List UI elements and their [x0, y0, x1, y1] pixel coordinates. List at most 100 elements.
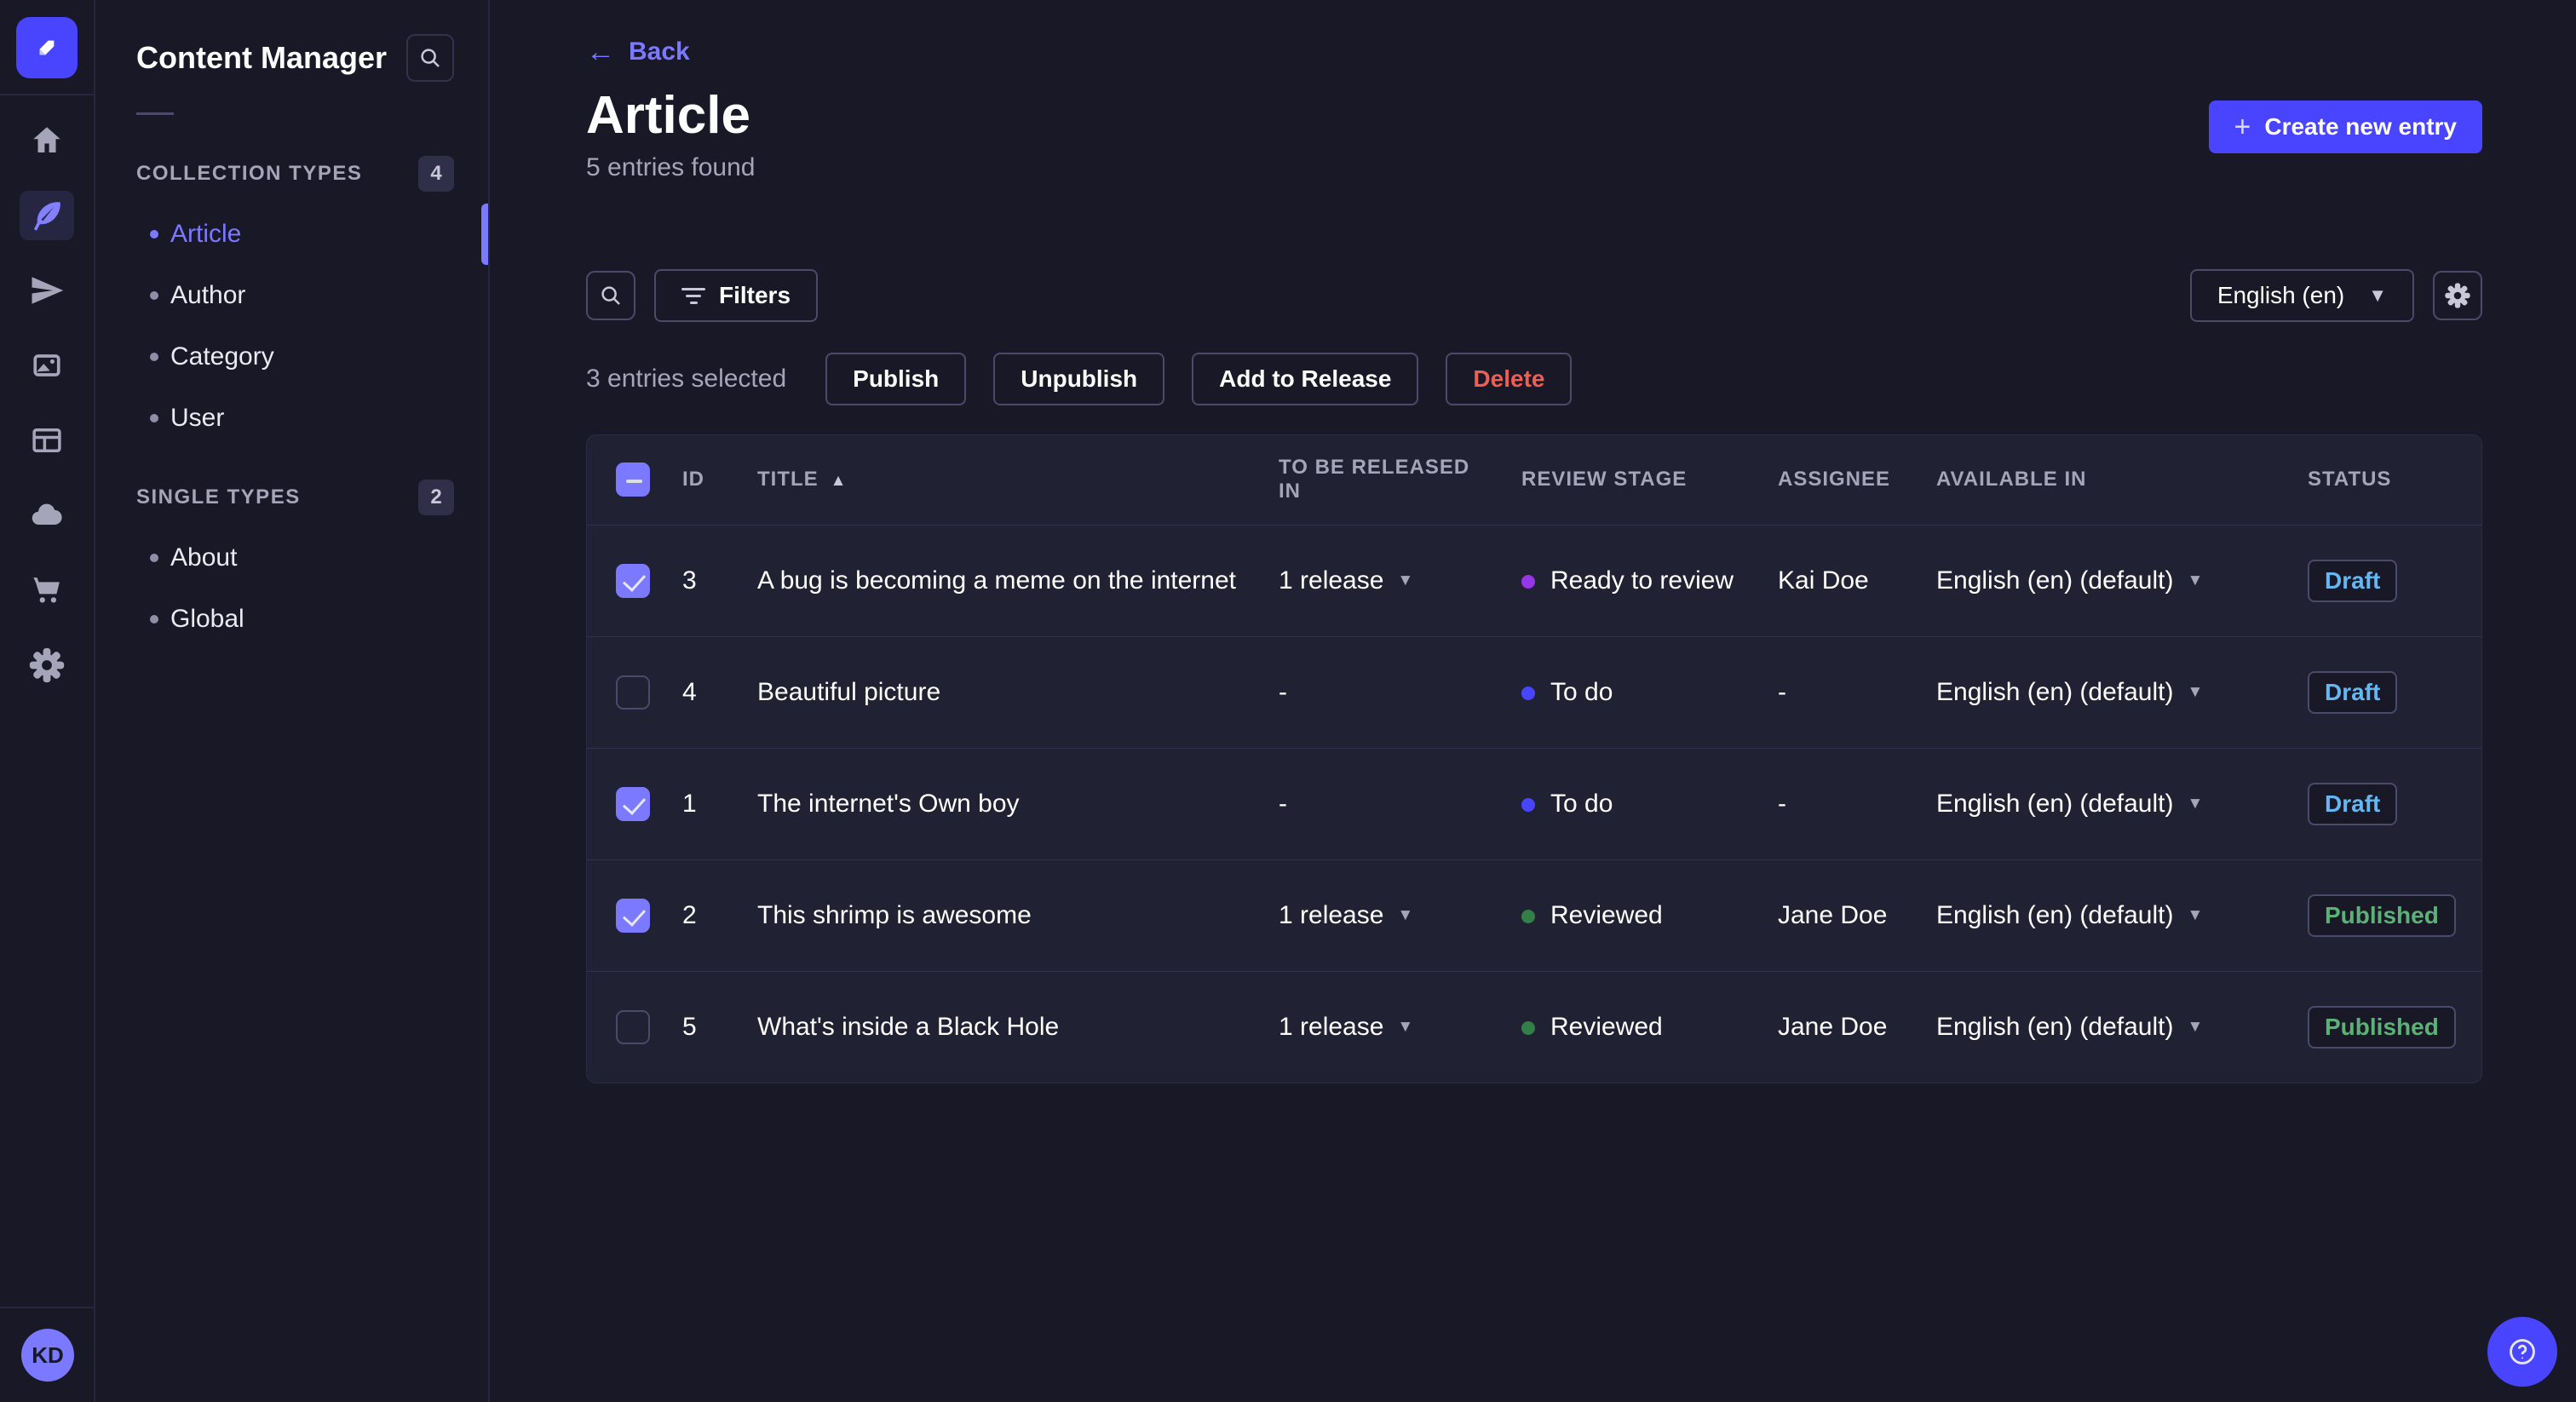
single-types-label: SINGLE TYPES — [136, 486, 301, 509]
table-row[interactable]: 2 This shrimp is awesome 1 release ▼ Revi… — [587, 859, 2481, 971]
cell-available-in[interactable]: English (en) (default) ▼ — [1936, 1013, 2279, 1042]
row-checkbox[interactable] — [616, 898, 650, 933]
select-all-checkbox[interactable] — [616, 463, 650, 497]
cell-available-in[interactable]: English (en) (default) ▼ — [1936, 678, 2279, 707]
sidebar-item-label: Global — [170, 605, 244, 633]
cloud-icon[interactable] — [20, 491, 74, 540]
user-avatar[interactable]: KD — [21, 1329, 74, 1382]
stage-dot-icon — [1521, 686, 1535, 700]
cell-released-in[interactable]: -▼ — [1279, 678, 1492, 707]
cell-assignee: - — [1778, 677, 1786, 706]
sidebar-item-label: Author — [170, 281, 246, 309]
column-header-id[interactable]: ID — [653, 435, 728, 525]
nav-rail: KD — [0, 0, 95, 1402]
layout-builder-icon[interactable] — [20, 416, 74, 465]
column-header-available-in: AVAILABLE IN — [1936, 468, 2087, 491]
status-badge: Published — [2308, 1005, 2456, 1049]
chevron-down-icon: ▼ — [2187, 1017, 2204, 1036]
locale-select[interactable]: English (en) ▼ — [2189, 269, 2414, 323]
locale-selected-value: English (en) — [2217, 282, 2345, 309]
create-new-entry-button[interactable]: + Create new entry — [2208, 101, 2482, 153]
status-badge: Published — [2308, 893, 2456, 937]
chevron-down-icon: ▼ — [2368, 284, 2387, 307]
create-new-entry-label: Create new entry — [2264, 113, 2457, 140]
add-to-release-button[interactable]: Add to Release — [1192, 353, 1419, 406]
gear-icon — [2445, 283, 2470, 308]
collection-types-section: COLLECTION TYPES 4 Article Author Catego… — [95, 156, 488, 449]
page-title: Article — [586, 86, 750, 145]
cell-released-in[interactable]: -▼ — [1279, 790, 1492, 819]
sidebar-item-label: Article — [170, 220, 242, 248]
delete-button[interactable]: Delete — [1446, 353, 1573, 406]
feather-content-icon[interactable] — [20, 191, 74, 240]
column-header-title-label: TITLE — [757, 468, 819, 491]
bullet-icon — [150, 414, 158, 422]
app-root: KD Content Manager COLLECTION TYPES 4 Ar… — [0, 0, 2576, 1402]
stage-dot-icon — [1521, 909, 1535, 923]
sidebar-item-author[interactable]: Author — [95, 265, 488, 326]
publish-button[interactable]: Publish — [825, 353, 967, 406]
cell-review-stage: To do — [1492, 636, 1749, 748]
cell-title: Beautiful picture — [757, 677, 941, 706]
unpublish-button[interactable]: Unpublish — [993, 353, 1165, 406]
cell-id: 3 — [682, 566, 697, 595]
row-checkbox[interactable] — [616, 1009, 650, 1044]
chevron-down-icon: ▼ — [2187, 794, 2204, 813]
gear-icon[interactable] — [20, 641, 74, 690]
bullet-icon — [150, 554, 158, 562]
bullet-icon — [150, 615, 158, 623]
entries-count-text: 5 entries found — [586, 153, 756, 182]
cell-available-in[interactable]: English (en) (default) ▼ — [1936, 790, 2279, 819]
cell-released-in[interactable]: 1 release ▼ — [1279, 901, 1492, 930]
sidebar-divider — [136, 112, 174, 115]
cell-assignee: Jane Doe — [1778, 1012, 1888, 1041]
row-checkbox[interactable] — [616, 675, 650, 710]
table-row[interactable]: 1 The internet's Own boy -▼ To do - Engl… — [587, 748, 2481, 859]
stage-dot-icon — [1521, 1021, 1535, 1036]
cell-assignee: Kai Doe — [1778, 566, 1869, 595]
view-settings-button[interactable] — [2433, 271, 2482, 321]
question-mark-icon — [2510, 1339, 2535, 1365]
help-button[interactable] — [2487, 1317, 2557, 1387]
paper-plane-icon[interactable] — [20, 266, 74, 315]
entries-table: ID TITLE ▲ TO BE RELEASED IN REVIEW STAGE… — [587, 435, 2481, 1083]
cell-id: 5 — [682, 1012, 697, 1041]
search-icon — [601, 286, 620, 306]
single-types-section: SINGLE TYPES 2 About Global — [95, 480, 488, 650]
cell-released-in[interactable]: 1 release ▼ — [1279, 1013, 1492, 1042]
row-checkbox[interactable] — [616, 563, 650, 598]
search-icon — [421, 49, 440, 67]
table-row[interactable]: 4 Beautiful picture -▼ To do - English (… — [587, 636, 2481, 748]
main-content: ← Back Article 5 entries found + Create … — [490, 0, 2576, 1402]
bullet-icon — [150, 353, 158, 361]
status-badge: Draft — [2308, 670, 2398, 714]
cell-assignee: - — [1778, 789, 1786, 818]
cell-released-in[interactable]: 1 release ▼ — [1279, 566, 1492, 595]
filters-button[interactable]: Filters — [654, 269, 819, 323]
table-row[interactable]: 5 What's inside a Black Hole 1 release ▼ … — [587, 971, 2481, 1083]
sidebar-item-user[interactable]: User — [95, 388, 488, 449]
cart-icon[interactable] — [20, 566, 74, 615]
strapi-logo[interactable] — [16, 17, 78, 78]
chevron-down-icon: ▼ — [1397, 571, 1414, 589]
search-button[interactable] — [586, 271, 635, 321]
sidebar-search-button[interactable] — [406, 34, 454, 82]
stage-dot-icon — [1521, 797, 1535, 812]
home-icon[interactable] — [20, 116, 74, 165]
cell-available-in[interactable]: English (en) (default) ▼ — [1936, 566, 2279, 595]
sidebar-item-global[interactable]: Global — [95, 589, 488, 650]
chevron-down-icon: ▼ — [2187, 905, 2204, 924]
table-row[interactable]: 3 A bug is becoming a meme on the intern… — [587, 525, 2481, 636]
single-types-count-badge: 2 — [418, 480, 454, 515]
row-checkbox[interactable] — [616, 786, 650, 821]
media-images-icon[interactable] — [20, 341, 74, 390]
sidebar-item-article[interactable]: Article — [95, 204, 488, 265]
back-label: Back — [629, 37, 690, 66]
back-link[interactable]: ← Back — [586, 37, 2482, 66]
sidebar-item-category[interactable]: Category — [95, 326, 488, 388]
column-header-title[interactable]: TITLE ▲ — [728, 435, 1250, 525]
cell-review-stage: To do — [1492, 748, 1749, 859]
cell-available-in[interactable]: English (en) (default) ▼ — [1936, 901, 2279, 930]
sidebar-item-about[interactable]: About — [95, 527, 488, 589]
column-header-status: STATUS — [2308, 468, 2392, 491]
